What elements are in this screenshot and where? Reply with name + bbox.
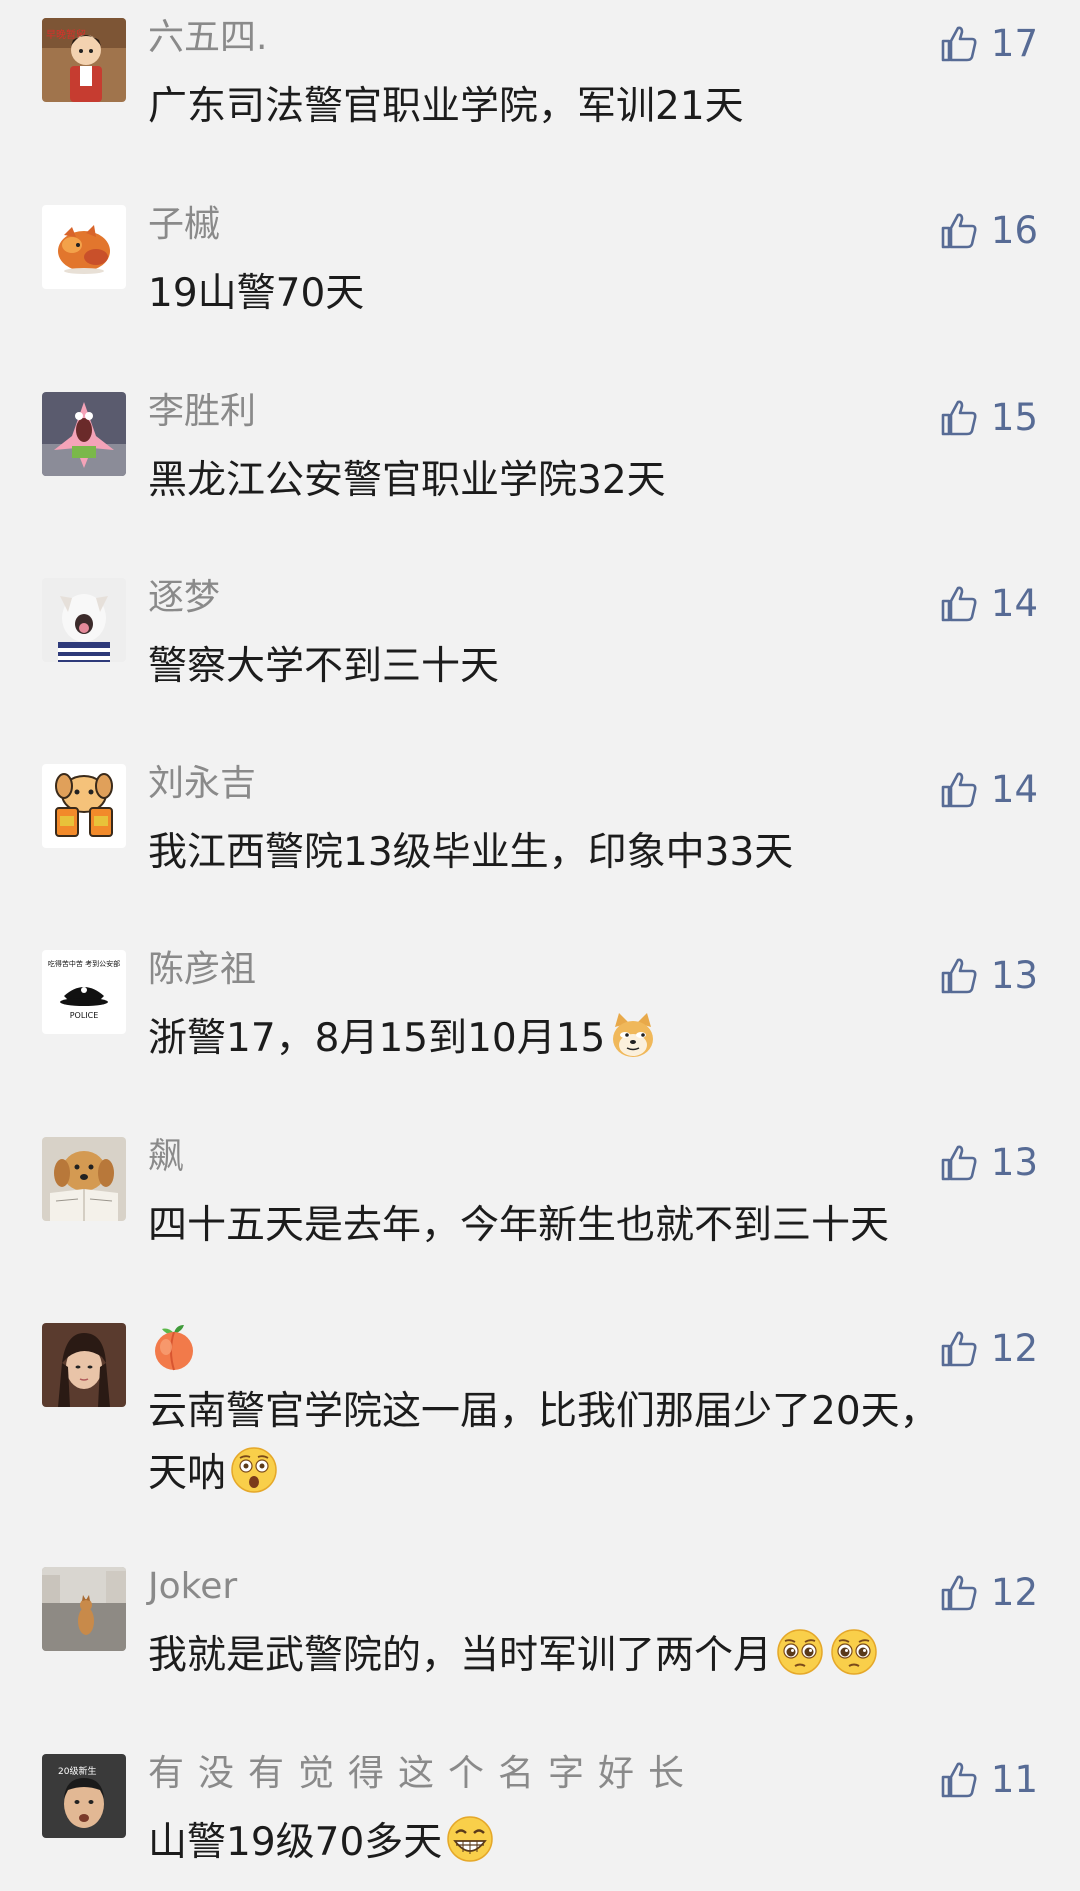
comment-text: 我就是武警院的，当时军训了两个月 <box>148 1625 1038 1687</box>
like-count: 13 <box>990 954 1038 997</box>
avatar[interactable]: 20级新生 <box>42 1754 126 1838</box>
username[interactable]: 子槭 <box>148 203 220 247</box>
comment-text-line: 天呐 <box>148 1443 1038 1505</box>
like-button[interactable]: 13 <box>939 1141 1038 1185</box>
comment-item: Joker 12 我就是武警院的，当时军训了两个月 <box>0 1565 1080 1753</box>
thumbs-up-icon <box>941 26 977 62</box>
thumbs-up-icon <box>941 772 977 808</box>
like-count: 14 <box>990 768 1038 811</box>
comment-item: 子槭 16 19山警70天 <box>0 203 1080 391</box>
avatar[interactable]: 早晚暂留 <box>42 18 126 102</box>
username[interactable]: Joker <box>148 1565 237 1609</box>
avatar[interactable] <box>42 392 126 476</box>
like-count: 14 <box>990 582 1038 625</box>
doge-emoji <box>613 1013 654 1057</box>
username[interactable]: 李胜利 <box>148 390 256 434</box>
like-button[interactable]: 14 <box>939 768 1038 812</box>
comment-item: 逐梦 14 警察大学不到三十天 <box>0 576 1080 764</box>
comment-text: 四十五天是去年，今年新生也就不到三十天 <box>148 1203 890 1248</box>
comment-text: 浙警17，8月15到10月15 <box>148 1008 1038 1070</box>
pleading-emoji <box>831 1629 877 1675</box>
username[interactable] <box>148 1321 200 1373</box>
like-count: 16 <box>990 209 1038 252</box>
comment-text-content: 天呐 <box>148 1451 227 1496</box>
thumbs-up-icon <box>941 400 977 436</box>
like-count: 11 <box>990 1758 1038 1801</box>
like-button[interactable]: 15 <box>939 396 1038 440</box>
like-count: 15 <box>990 396 1038 439</box>
comment-text: 广东司法警官职业学院，军训21天 <box>148 84 744 129</box>
comment-item: 早晚暂留 六五四. 17 广东司法警官职业学院，军训21天 <box>0 16 1080 204</box>
dog-yawning-avatar <box>42 578 126 662</box>
astonished-emoji <box>231 1447 277 1493</box>
comment-item: 20级新生 有没有觉得这个名字好长 11 山警19级70多天 <box>0 1752 1080 1891</box>
comment-text: 警察大学不到三十天 <box>148 644 500 689</box>
comment-item: 刘永吉 14 我江西警院13级毕业生，印象中33天 <box>0 762 1080 950</box>
street-dog-avatar <box>42 1567 126 1651</box>
avatar[interactable] <box>42 1137 126 1221</box>
avatar-police-label: POLICE <box>70 1011 99 1020</box>
thumbs-up-icon <box>941 1331 977 1367</box>
peach-emoji <box>155 1325 193 1371</box>
avatar[interactable] <box>42 1567 126 1651</box>
like-count: 12 <box>990 1327 1038 1370</box>
police-cap-avatar: 吃得苦中苦 考到公安部 POLICE <box>42 950 126 1034</box>
avatar[interactable] <box>42 205 126 289</box>
comment-text-content: 山警19级70多天 <box>148 1820 443 1865</box>
fox-leaves-avatar <box>42 205 126 289</box>
thumbs-up-icon <box>941 1575 977 1611</box>
username[interactable]: 逐梦 <box>148 576 220 620</box>
like-count: 17 <box>990 22 1038 65</box>
username[interactable]: 陈彦祖 <box>148 948 256 992</box>
avatar[interactable]: 吃得苦中苦 考到公安部 POLICE <box>42 950 126 1034</box>
like-button[interactable]: 14 <box>939 582 1038 626</box>
like-button[interactable]: 12 <box>939 1571 1038 1615</box>
comment-text: 黑龙江公安警官职业学院32天 <box>148 458 666 503</box>
comment-text: 山警19级70多天 <box>148 1812 1038 1874</box>
comment-text-line: 云南警官学院这一届，比我们那届少了20天， <box>148 1389 939 1434</box>
avatar-caption-text: 吃得苦中苦 考到公安部 <box>48 959 120 968</box>
avatar[interactable] <box>42 764 126 848</box>
comment-list: 早晚暂留 六五四. 17 广东司法警官职业学院，军训21天 子槭 16 19山警… <box>0 0 1080 1891</box>
thumbs-up-icon <box>941 586 977 622</box>
username[interactable]: 飙 <box>148 1135 184 1179</box>
like-button[interactable]: 16 <box>939 209 1038 253</box>
like-count: 13 <box>990 1141 1038 1184</box>
golden-retriever-avatar <box>42 1137 126 1221</box>
comment-text: 19山警70天 <box>148 271 365 316</box>
avatar[interactable] <box>42 578 126 662</box>
like-button[interactable]: 11 <box>939 1758 1038 1802</box>
comment-text: 云南警官学院这一届，比我们那届少了20天， 天呐 <box>148 1381 1038 1505</box>
avatar[interactable] <box>42 1323 126 1407</box>
thumbs-up-icon <box>941 1762 977 1798</box>
comment-item: 李胜利 15 黑龙江公安警官职业学院32天 <box>0 390 1080 578</box>
grin-emoji <box>447 1816 494 1862</box>
thumbs-up-icon <box>941 213 977 249</box>
comment-text-content: 我就是武警院的，当时军训了两个月 <box>148 1633 773 1678</box>
comment-item: 飙 13 四十五天是去年，今年新生也就不到三十天 <box>0 1135 1080 1323</box>
like-button[interactable]: 13 <box>939 954 1038 998</box>
avatar-badge-text: 20级新生 <box>58 1765 96 1777</box>
comment-text: 我江西警院13级毕业生，印象中33天 <box>148 830 794 875</box>
thumbs-up-icon <box>941 1145 977 1181</box>
comment-item: 吃得苦中苦 考到公安部 POLICE 陈彦祖 13 浙警17，8月15到10月1… <box>0 948 1080 1136</box>
comment-text-content: 浙警17，8月15到10月15 <box>148 1016 606 1061</box>
cartoon-dog-avatar <box>42 764 126 848</box>
username[interactable]: 有没有觉得这个名字好长 <box>148 1752 698 1796</box>
cartoon-boy-avatar: 早晚暂留 <box>42 18 126 102</box>
like-count: 12 <box>990 1571 1038 1614</box>
pleading-emoji <box>777 1629 823 1675</box>
patrick-star-avatar <box>42 392 126 476</box>
thumbs-up-icon <box>941 958 977 994</box>
girl-photo-avatar <box>42 1323 126 1407</box>
like-button[interactable]: 17 <box>939 22 1038 66</box>
comment-item: 12 云南警官学院这一届，比我们那届少了20天， 天呐 <box>0 1323 1080 1553</box>
like-button[interactable]: 12 <box>939 1327 1038 1371</box>
username[interactable]: 六五四. <box>148 16 267 60</box>
boy-photo-avatar: 20级新生 <box>42 1754 126 1838</box>
username[interactable]: 刘永吉 <box>148 762 256 806</box>
